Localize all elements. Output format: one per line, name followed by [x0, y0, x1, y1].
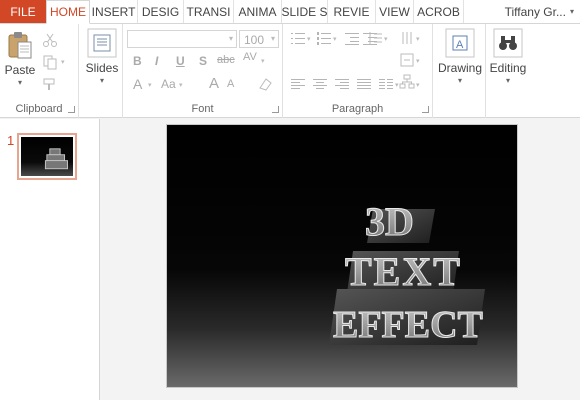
columns-icon[interactable] [379, 78, 393, 90]
drawing-group: A Drawing ▾ [433, 24, 486, 118]
slide-number: 1 [7, 133, 15, 148]
new-slide-button[interactable]: Slides ▾ [84, 28, 120, 85]
font-color-button[interactable]: A [133, 76, 142, 92]
format-painter-icon[interactable] [42, 76, 58, 92]
change-case-button[interactable]: Aa [161, 77, 176, 91]
align-text-dropdown-icon[interactable]: ▾ [416, 57, 420, 65]
ribbon: Paste ▾ ▾ Clipboard Slides ▾ ▾ 100 ▾ B I… [0, 24, 580, 118]
copy-dropdown-icon[interactable]: ▾ [61, 58, 65, 66]
clipboard-launcher-icon[interactable] [68, 106, 75, 113]
slide-thumbnail-preview [21, 137, 73, 176]
paragraph-group: ▾ ▾ ▾ ▾ ▾ ▾ ▾ Paragraph [283, 24, 433, 118]
font-group-label: Font [191, 103, 214, 115]
font-size-dropdown-icon: ▾ [270, 34, 275, 43]
thumbnail-3d-text-graphic [44, 148, 68, 170]
font-size-combo[interactable]: 100 ▾ [239, 30, 279, 48]
chevron-down-icon: ▾ [569, 7, 574, 16]
paste-button[interactable]: Paste ▾ [4, 30, 36, 87]
slide-word-3: EFFECT [333, 304, 483, 346]
paragraph-launcher-icon[interactable] [422, 106, 429, 113]
editing-button[interactable]: Editing ▾ [486, 28, 530, 85]
paste-label: Paste [4, 63, 36, 77]
font-launcher-icon[interactable] [272, 106, 279, 113]
paragraph-group-label: Paragraph [331, 103, 384, 115]
user-name: Tiffany Gr... [504, 4, 566, 19]
font-size-value: 100 [244, 33, 265, 47]
new-slide-dropdown-icon[interactable]: ▾ [100, 76, 104, 85]
paste-dropdown-icon[interactable]: ▾ [18, 78, 22, 87]
tab-view[interactable]: VIEW [376, 0, 414, 23]
bullets-icon[interactable] [291, 32, 305, 44]
change-case-dropdown-icon[interactable]: ▾ [179, 81, 183, 89]
align-center-icon[interactable] [313, 78, 327, 90]
shadow-button[interactable]: S [199, 54, 207, 68]
underline-button[interactable]: U [176, 54, 185, 68]
shrink-font-button[interactable]: A [227, 78, 234, 90]
grow-font-button[interactable]: A [209, 75, 219, 92]
text-direction-icon[interactable] [399, 30, 415, 46]
font-color-dropdown-icon[interactable]: ▾ [148, 81, 152, 89]
bold-button[interactable]: B [133, 54, 142, 68]
justify-icon[interactable] [357, 78, 371, 90]
line-spacing-icon[interactable] [367, 30, 383, 46]
new-slide-icon [87, 28, 117, 58]
clipboard-group-label: Clipboard [15, 103, 63, 115]
font-name-combo[interactable]: ▾ [127, 30, 237, 48]
paste-icon [8, 32, 32, 59]
text-direction-dropdown-icon[interactable]: ▾ [416, 35, 420, 43]
font-group: ▾ 100 ▾ B I U S abc AV ▾ A ▾ Aa ▾ A A Fo… [123, 24, 283, 118]
character-spacing-dropdown-icon[interactable]: ▾ [261, 57, 265, 65]
decrease-indent-icon[interactable] [345, 32, 359, 45]
tab-slideshow[interactable]: SLIDE S [282, 0, 328, 23]
new-slide-label: Slides [85, 61, 119, 75]
svg-text:A: A [456, 39, 464, 51]
line-spacing-dropdown-icon[interactable]: ▾ [384, 35, 388, 43]
editing-label: Editing [489, 61, 527, 75]
smartart-icon[interactable] [399, 74, 415, 90]
font-name-dropdown-icon: ▾ [228, 34, 233, 43]
tab-transitions[interactable]: TRANSI [184, 0, 234, 23]
align-text-icon[interactable] [399, 52, 415, 68]
binoculars-icon [493, 28, 523, 58]
tab-animations[interactable]: ANIMA [234, 0, 282, 23]
drawing-button[interactable]: A Drawing ▾ [436, 28, 484, 85]
ribbon-tab-bar: FILE HOME INSERT DESIG TRANSI ANIMA SLID… [0, 0, 580, 24]
numbering-dropdown-icon[interactable]: ▾ [333, 35, 337, 43]
cut-icon[interactable] [42, 32, 58, 48]
3d-text-graphic: 3D TEXT EFFECT [329, 199, 485, 347]
italic-button[interactable]: I [155, 54, 158, 68]
user-account[interactable]: Tiffany Gr... ▾ [499, 0, 580, 23]
tab-design[interactable]: DESIG [138, 0, 184, 23]
copy-icon[interactable] [42, 54, 58, 70]
tab-review[interactable]: REVIE [328, 0, 376, 23]
columns-dropdown-icon[interactable]: ▾ [395, 81, 399, 89]
slide-word-2: TEXT [345, 249, 462, 294]
clipboard-group: Paste ▾ ▾ Clipboard [0, 24, 79, 118]
tab-insert[interactable]: INSERT [90, 0, 138, 23]
character-spacing-button[interactable]: AV [243, 51, 257, 63]
strikethrough-button[interactable]: abc [217, 54, 235, 66]
tab-file[interactable]: FILE [0, 0, 46, 23]
slide-word-1: 3D [365, 199, 414, 244]
slides-group: Slides ▾ [79, 24, 123, 118]
bullets-dropdown-icon[interactable]: ▾ [307, 35, 311, 43]
tab-acrobat[interactable]: ACROB [414, 0, 464, 23]
tab-home[interactable]: HOME [46, 0, 90, 24]
smartart-dropdown-icon[interactable]: ▾ [416, 81, 420, 89]
align-right-icon[interactable] [335, 78, 349, 90]
align-left-icon[interactable] [291, 78, 305, 90]
drawing-label: Drawing [437, 61, 482, 75]
numbering-icon[interactable] [317, 32, 331, 45]
drawing-dropdown-icon: ▾ [457, 76, 462, 85]
clear-formatting-icon[interactable] [257, 76, 273, 92]
slide-canvas[interactable]: 3D TEXT EFFECT [166, 124, 518, 388]
slide-thumbnail[interactable] [17, 133, 77, 180]
shapes-icon: A [445, 28, 475, 58]
editing-group: Editing ▾ [486, 24, 580, 118]
editing-dropdown-icon: ▾ [505, 76, 510, 85]
